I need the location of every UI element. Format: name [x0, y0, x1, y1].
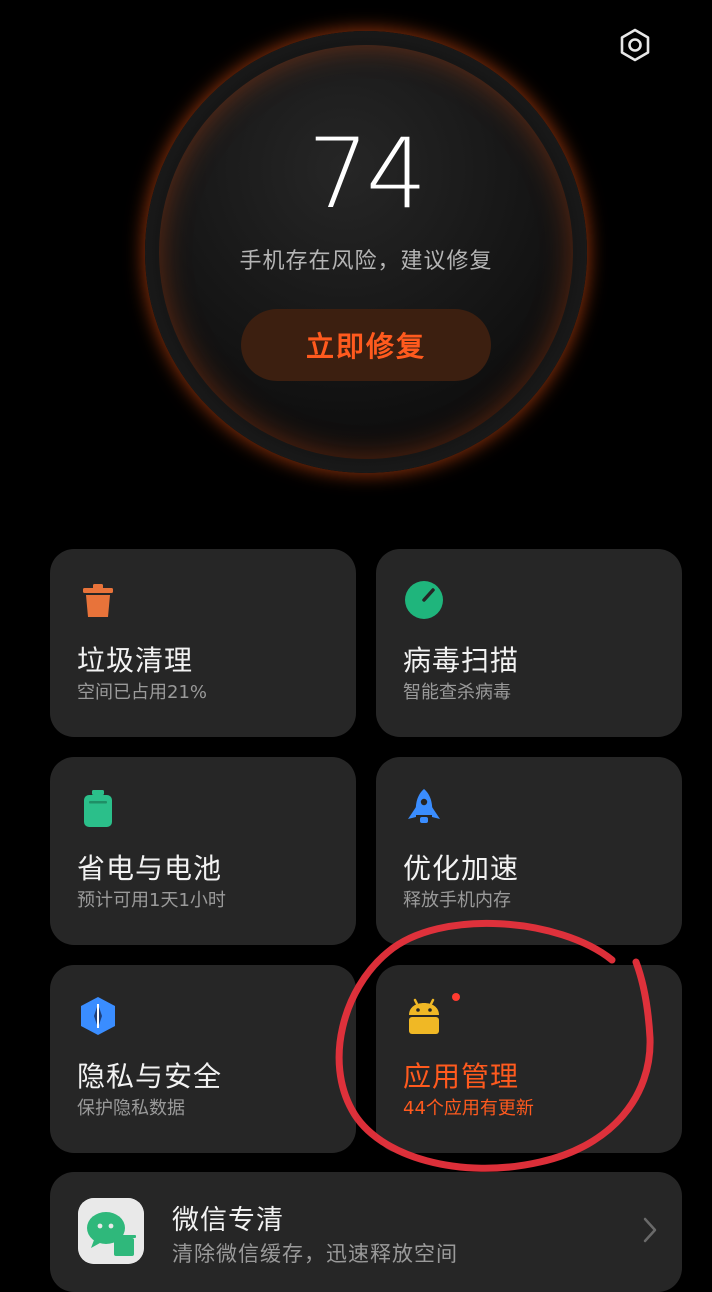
settings-button[interactable]: [612, 22, 658, 68]
radar-scan-icon: [405, 581, 443, 619]
card-title: 垃圾清理: [77, 644, 194, 677]
wechat-clean-icon: [78, 1198, 144, 1264]
card-subtitle: 44个应用有更新: [403, 1098, 534, 1119]
card-boost[interactable]: 优化加速 释放手机内存: [376, 757, 682, 945]
card-title: 应用管理: [403, 1060, 520, 1093]
fix-now-button[interactable]: 立即修复: [241, 309, 491, 381]
shield-icon: [81, 997, 115, 1035]
update-badge: [452, 993, 460, 1001]
security-score: 74: [307, 118, 427, 230]
wechat-clean-subtitle: 清除微信缓存，迅速释放空间: [172, 1242, 458, 1266]
chevron-right-icon: [643, 1217, 657, 1243]
card-privacy-security[interactable]: 隐私与安全 保护隐私数据: [50, 965, 356, 1153]
card-virus-scan[interactable]: 病毒扫描 智能查杀病毒: [376, 549, 682, 737]
wechat-clean-title: 微信专清: [172, 1205, 284, 1236]
card-subtitle: 保护隐私数据: [77, 1098, 185, 1119]
wechat-clean-row[interactable]: 微信专清 清除微信缓存，迅速释放空间: [50, 1172, 682, 1292]
card-title: 省电与电池: [77, 852, 223, 885]
battery-icon: [84, 790, 112, 827]
card-subtitle: 空间已占用21%: [77, 682, 208, 703]
card-subtitle: 预计可用1天1小时: [77, 890, 226, 911]
card-subtitle: 智能查杀病毒: [403, 682, 511, 703]
score-caption: 手机存在风险，建议修复: [239, 249, 493, 274]
card-subtitle: 释放手机内存: [403, 890, 511, 911]
card-junk-cleanup[interactable]: 垃圾清理 空间已占用21%: [50, 549, 356, 737]
security-score-ring: 74 手机存在风险，建议修复 立即修复: [145, 31, 587, 473]
card-title: 隐私与安全: [77, 1060, 223, 1093]
card-title: 优化加速: [403, 852, 520, 885]
gear-icon: [620, 28, 650, 62]
card-title: 病毒扫描: [403, 644, 520, 677]
rocket-icon: [408, 789, 440, 823]
card-app-management[interactable]: 应用管理 44个应用有更新: [376, 965, 682, 1153]
android-icon: [409, 998, 439, 1034]
card-battery[interactable]: 省电与电池 预计可用1天1小时: [50, 757, 356, 945]
trash-bin-icon: [83, 584, 113, 617]
